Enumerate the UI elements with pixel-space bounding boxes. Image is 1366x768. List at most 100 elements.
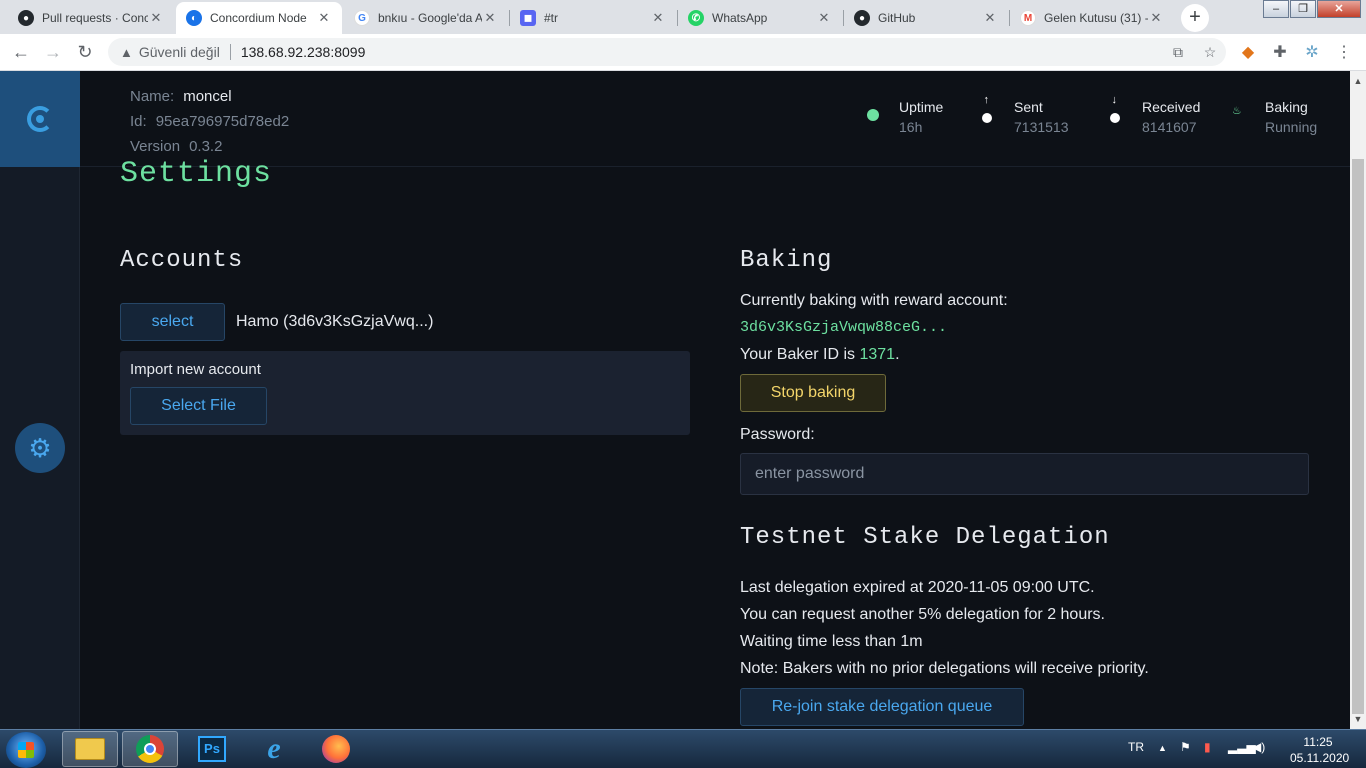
minimize-icon[interactable]: –: [1263, 0, 1289, 18]
browser-tab[interactable]: G bnkıu - Google'da A ✕: [344, 2, 508, 34]
browser-tab[interactable]: ✆ WhatsApp ✕: [678, 2, 842, 34]
taskbar-firefox[interactable]: [308, 731, 364, 767]
action-center-flag-icon[interactable]: ⚑: [1180, 740, 1191, 754]
github-icon: ●: [18, 10, 34, 26]
whatsapp-icon: ✆: [688, 10, 704, 26]
scroll-thumb[interactable]: [1352, 159, 1364, 714]
stat-value: Running: [1265, 119, 1318, 135]
new-tab-button[interactable]: +: [1181, 4, 1209, 32]
baking-title: Baking: [740, 247, 833, 274]
password-input[interactable]: [740, 453, 1309, 495]
concordium-icon: ◐: [186, 10, 202, 26]
tab-title: Gelen Kutusu (31) -: [1044, 11, 1148, 25]
stat-value: 16h: [899, 119, 923, 135]
close-tab-icon[interactable]: ✕: [816, 10, 832, 26]
scroll-up-icon[interactable]: ▲: [1350, 73, 1366, 89]
node-name-label: Name:: [130, 88, 175, 105]
baker-id-prefix: Your Baker ID is: [740, 346, 856, 363]
import-account-panel: Import new account Select File: [120, 351, 690, 435]
extension-icon[interactable]: ✲: [1301, 42, 1323, 64]
clock-date: 05.11.2020: [1290, 751, 1350, 765]
clock-time: 11:25: [1303, 735, 1333, 749]
browser-tab[interactable]: M Gelen Kutusu (31) - ✕: [1010, 2, 1174, 34]
taskbar-explorer[interactable]: [62, 731, 118, 767]
stat-label: Sent: [1014, 99, 1043, 115]
node-name-row: Name: moncel: [130, 85, 289, 110]
menu-dots-icon[interactable]: ⋮: [1333, 42, 1355, 64]
delegation-line: Waiting time less than 1m: [740, 633, 923, 650]
browser-tab-active[interactable]: ◐ Concordium Node ✕: [176, 2, 342, 34]
forward-arrow-icon[interactable]: →: [40, 40, 66, 66]
translate-icon[interactable]: ⧉: [1162, 44, 1194, 61]
taskbar-ie[interactable]: e: [246, 731, 302, 767]
close-tab-icon[interactable]: ✕: [482, 10, 498, 26]
language-indicator[interactable]: TR: [1128, 740, 1144, 754]
close-tab-icon[interactable]: ✕: [982, 10, 998, 26]
reload-icon[interactable]: ↻: [72, 40, 98, 66]
select-file-button[interactable]: Select File: [130, 387, 267, 425]
url-text[interactable]: 138.68.92.238:8099: [241, 44, 366, 60]
close-tab-icon[interactable]: ✕: [316, 10, 332, 26]
tab-title: bnkıu - Google'da A: [378, 11, 482, 25]
metamask-icon[interactable]: ◆: [1237, 42, 1259, 64]
system-clock[interactable]: 11:25 05.11.2020: [1290, 734, 1350, 766]
browser-tab[interactable]: ● GitHub ✕: [844, 2, 1008, 34]
tab-title: Concordium Node: [210, 11, 307, 25]
baker-id-row: Your Baker ID is 1371.: [740, 346, 900, 364]
browser-tab[interactable]: ● Pull requests · Conc ✕: [8, 2, 174, 34]
tab-title: WhatsApp: [712, 11, 768, 25]
warning-icon[interactable]: ▲: [120, 45, 133, 60]
baking-icon: ♨: [1233, 103, 1241, 118]
select-account-button[interactable]: select: [120, 303, 225, 341]
folder-icon: [75, 738, 105, 760]
selected-account: Hamo (3d6v3KsGzjaVwq...): [236, 313, 434, 330]
close-tab-icon[interactable]: ✕: [148, 10, 164, 26]
address-bar[interactable]: ▲ Güvenli değil 138.68.92.238:8099 ⧉ ☆: [108, 38, 1226, 66]
maximize-icon[interactable]: ❐: [1290, 0, 1316, 18]
concordium-node-app: ⚙ Name: moncel Id: 95ea796975d78ed2 Vers…: [0, 71, 1350, 729]
status-dot-icon: [867, 109, 879, 121]
arrow-down-icon: ↓: [1111, 95, 1118, 107]
taskbar-chrome[interactable]: [122, 731, 178, 767]
tab-title: GitHub: [878, 11, 916, 25]
close-tab-icon[interactable]: ✕: [1148, 10, 1164, 26]
stop-baking-button[interactable]: Stop baking: [740, 374, 886, 412]
windows-taskbar: Ps e TR ▲ ⚑ ▮ ▂▃▅ ◀) 11:25 05.11.2020: [0, 729, 1366, 768]
start-button[interactable]: [6, 732, 46, 768]
node-info: Name: moncel Id: 95ea796975d78ed2 Versio…: [130, 85, 289, 160]
volume-icon[interactable]: ◀): [1252, 740, 1265, 754]
taskbar-photoshop[interactable]: Ps: [184, 731, 240, 767]
address-bar-actions: ⧉ ☆: [1162, 44, 1226, 61]
arrow-up-icon: ↑: [983, 95, 990, 107]
delegation-line: Note: Bakers with no prior delegations w…: [740, 660, 1149, 677]
tray-expand-icon[interactable]: ▲: [1158, 743, 1167, 753]
logo-button[interactable]: [0, 71, 80, 167]
settings-gear-icon[interactable]: ⚙: [15, 423, 65, 473]
stat-label: Baking: [1265, 99, 1308, 115]
import-label: Import new account: [130, 361, 261, 378]
page-title: Settings: [120, 157, 273, 191]
node-version-label: Version: [130, 138, 181, 155]
status-dot-icon: [982, 113, 992, 123]
security-label[interactable]: Güvenli değil: [139, 44, 220, 60]
page-scrollbar[interactable]: ▲ ▼: [1350, 71, 1366, 729]
scroll-down-icon[interactable]: ▼: [1350, 711, 1366, 727]
accounts-title: Accounts: [120, 247, 244, 274]
settings-page: Settings Accounts select Hamo (3d6v3KsGz…: [80, 157, 1350, 729]
bookmark-star-icon[interactable]: ☆: [1194, 44, 1226, 61]
extensions-puzzle-icon[interactable]: ✚: [1269, 42, 1291, 64]
delegation-title: Testnet Stake Delegation: [740, 524, 1110, 551]
stat-value: 7131513: [1014, 119, 1069, 135]
browser-tab[interactable]: ◼ #tr ✕: [510, 2, 676, 34]
power-icon[interactable]: ▮: [1204, 740, 1211, 754]
back-arrow-icon[interactable]: ←: [8, 40, 34, 66]
close-window-icon[interactable]: ✕: [1317, 0, 1361, 18]
node-id: 95ea796975d78ed2: [155, 113, 290, 130]
reward-account: 3d6v3KsGzjaVwqw88ceG...: [740, 319, 948, 336]
close-tab-icon[interactable]: ✕: [650, 10, 666, 26]
delegation-line: You can request another 5% delegation fo…: [740, 606, 1105, 623]
tab-title: Pull requests · Conc: [42, 11, 148, 25]
rejoin-delegation-button[interactable]: Re-join stake delegation queue: [740, 688, 1024, 726]
google-icon: G: [354, 10, 370, 26]
node-id-label: Id:: [130, 113, 147, 130]
